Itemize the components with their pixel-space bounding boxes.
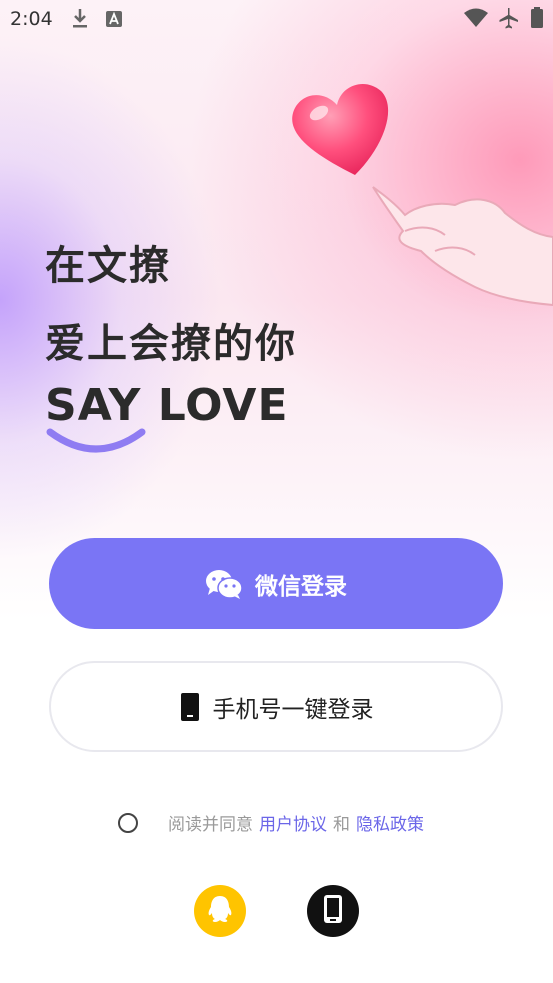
slogan-text: SAY LOVE [45,380,289,431]
airplane-mode-icon [496,6,520,34]
font-app-icon [104,6,124,34]
agreement-and: 和 [333,815,350,835]
qq-penguin-icon [206,894,234,928]
qq-login-button[interactable] [194,885,246,937]
heart-hand-illustration [285,75,553,315]
battery-icon [530,6,544,34]
wifi-icon [463,6,489,34]
status-bar: 2:04 [0,0,553,38]
agreement-prefix: 阅读并同意 [168,815,253,835]
phone-login-label: 手机号一键登录 [212,696,374,723]
wechat-login-button[interactable]: 微信登录 [49,538,503,629]
download-icon [70,6,90,34]
mobile-login-button[interactable] [307,885,359,937]
phone-icon [179,692,201,722]
status-time: 2:04 [10,8,53,30]
hand-shape [372,186,553,307]
smile-underline [46,426,146,460]
heart-icon [292,83,389,175]
wechat-icon [205,568,243,600]
phone-login-button[interactable]: 手机号一键登录 [49,661,503,752]
agreement-checkbox[interactable] [118,812,138,833]
user-agreement-link[interactable]: 用户协议 [259,810,327,835]
agreement-row: 阅读并同意 用户协议 和 隐私政策 [118,810,430,835]
headline-line2: 爱上会撩的你 [45,321,297,367]
headline-line1: 在文撩 [45,243,171,289]
mobile-phone-icon [322,894,344,928]
wechat-login-label: 微信登录 [255,573,347,600]
privacy-policy-link[interactable]: 隐私政策 [356,810,424,835]
